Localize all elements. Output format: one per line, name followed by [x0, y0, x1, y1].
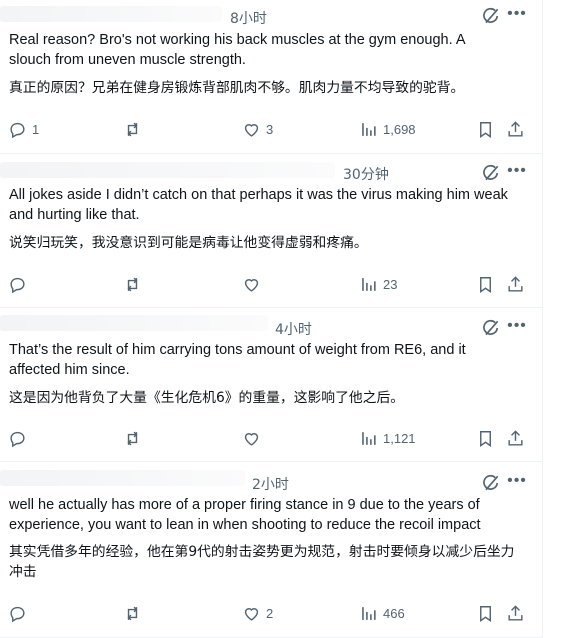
author-name-blurred[interactable] [0, 470, 245, 486]
bookmark-icon [480, 430, 491, 447]
reply-post[interactable]: 8小时 ••• Real reason? Bro's not working h… [0, 0, 542, 154]
action-bar: 1 3 1,698 [0, 117, 542, 141]
share-button[interactable] [506, 601, 525, 625]
repost-button[interactable] [123, 272, 142, 296]
bookmark-icon [480, 605, 491, 622]
reply-icon [10, 606, 25, 622]
repost-button[interactable] [123, 117, 142, 141]
reply-post[interactable]: 30分钟 ••• All jokes aside I didn’t catch … [0, 154, 542, 308]
views-icon [362, 122, 376, 136]
views-icon [362, 606, 376, 620]
repost-icon [127, 277, 138, 291]
share-icon [508, 604, 523, 621]
post-time[interactable]: 8小时 [230, 8, 267, 28]
author-name-blurred[interactable] [0, 315, 268, 331]
more-icon[interactable]: ••• [506, 317, 528, 339]
bookmark-button[interactable] [476, 117, 495, 141]
reply-count: 1 [32, 121, 40, 137]
like-button[interactable]: 2 [242, 601, 273, 625]
share-button[interactable] [506, 117, 525, 141]
grok-icon[interactable] [481, 163, 501, 183]
post-text: well he actually has more of a proper fi… [9, 497, 481, 533]
post-translation: 真正的原因？兄弟在健身房锻炼背部肌肉不够。肌肉力量不均导致的驼背。 [9, 80, 465, 96]
action-bar: 1,121 [0, 426, 542, 450]
bookmark-button[interactable] [476, 601, 495, 625]
repost-icon [127, 606, 138, 620]
views-button[interactable]: 1,698 [359, 117, 416, 141]
views-icon [362, 277, 376, 291]
share-button[interactable] [506, 272, 525, 296]
author-name-blurred[interactable] [0, 162, 335, 178]
grok-icon[interactable] [481, 318, 501, 338]
action-bar: 23 [0, 272, 542, 296]
action-bar: 2 466 [0, 601, 542, 625]
reply-icon [10, 277, 25, 293]
post-time[interactable]: 30分钟 [343, 164, 389, 184]
post-translation: 其实凭借多年的经验，他在第9代的射击姿势更为规范，射击时要倾身以减少后坐力冲击 [9, 544, 515, 580]
views-icon [362, 431, 376, 445]
reply-icon [10, 431, 25, 447]
repost-button[interactable] [123, 601, 142, 625]
views-count: 1,121 [383, 430, 416, 446]
post-time[interactable]: 4小时 [275, 319, 312, 339]
post-translation: 这是因为他背负了大量《生化危机6》的重量，这影响了他之后。 [9, 390, 405, 406]
bookmark-icon [480, 276, 491, 293]
post-translation: 说笑归玩笑，我没意识到可能是病毒让他变得虚弱和疼痛。 [9, 235, 368, 251]
more-icon[interactable]: ••• [506, 472, 528, 494]
heart-icon [244, 607, 259, 621]
share-icon [508, 120, 523, 137]
more-icon[interactable]: ••• [506, 5, 528, 27]
bookmark-button[interactable] [476, 272, 495, 296]
post-header: 4小时 ••• [0, 308, 542, 338]
like-button[interactable] [242, 272, 261, 296]
like-button[interactable]: 3 [242, 117, 273, 141]
reply-button[interactable]: 1 [8, 117, 39, 141]
post-header: 2小时 ••• [0, 462, 542, 494]
views-count: 466 [383, 605, 405, 621]
views-count: 1,698 [383, 121, 416, 137]
post-text: That’s the result of him carrying tons a… [9, 342, 466, 378]
post-text: Real reason? Bro's not working his back … [9, 32, 465, 68]
repost-icon [127, 431, 138, 445]
grok-icon[interactable] [481, 473, 501, 493]
heart-icon [244, 278, 259, 292]
reply-post[interactable]: 4小时 ••• That’s the result of him carryin… [0, 308, 542, 462]
post-header: 30分钟 ••• [0, 154, 542, 184]
bookmark-button[interactable] [476, 426, 495, 450]
views-count: 23 [383, 276, 398, 292]
like-count: 3 [266, 121, 274, 137]
bookmark-icon [480, 121, 491, 138]
repost-button[interactable] [123, 426, 142, 450]
reply-icon [10, 122, 25, 138]
grok-icon[interactable] [481, 6, 501, 26]
post-text: All jokes aside I didn’t catch on that p… [9, 187, 508, 223]
reply-button[interactable] [8, 272, 27, 296]
heart-icon [244, 432, 259, 446]
like-button[interactable] [242, 426, 261, 450]
column-divider [542, 0, 543, 638]
like-count: 2 [266, 605, 274, 621]
repost-icon [127, 122, 138, 136]
views-button[interactable]: 23 [359, 272, 397, 296]
share-button[interactable] [506, 426, 525, 450]
reply-button[interactable] [8, 426, 27, 450]
share-icon [508, 429, 523, 446]
post-header: 8小时 ••• [0, 0, 542, 30]
reply-post[interactable]: 2小时 ••• well he actually has more of a p… [0, 462, 542, 638]
post-time[interactable]: 2小时 [252, 474, 289, 494]
views-button[interactable]: 1,121 [359, 426, 416, 450]
reply-button[interactable] [8, 601, 27, 625]
more-icon[interactable]: ••• [506, 162, 528, 184]
share-icon [508, 275, 523, 292]
heart-icon [244, 123, 259, 137]
author-name-blurred[interactable] [0, 6, 222, 22]
views-button[interactable]: 466 [359, 601, 405, 625]
